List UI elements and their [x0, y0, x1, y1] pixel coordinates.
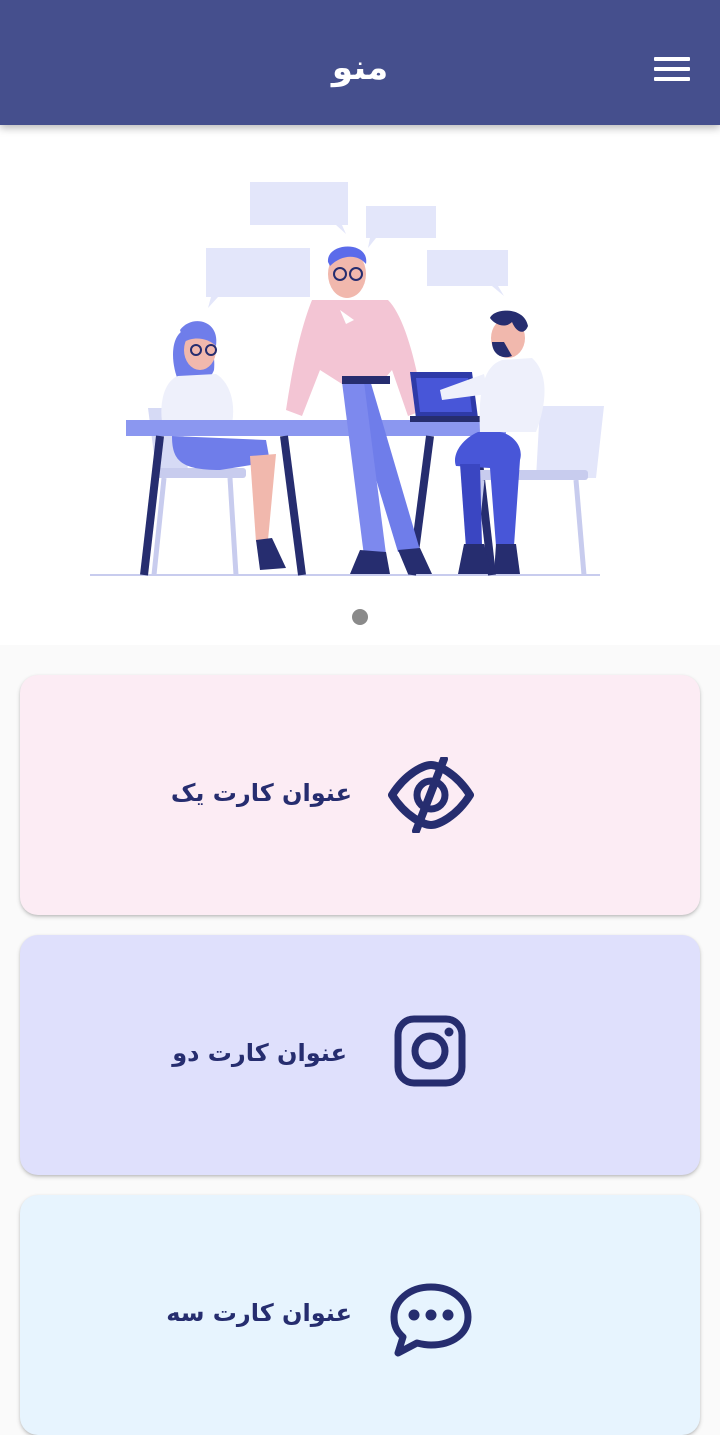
- menu-line: [654, 57, 690, 61]
- card-title: عنوان کارت دو: [172, 1039, 347, 1067]
- card-title: عنوان کارت یک: [170, 779, 352, 807]
- team-meeting-illustration: [90, 182, 604, 576]
- card-two[interactable]: عنوان کارت دو: [20, 935, 700, 1175]
- pagination-dot[interactable]: [352, 609, 368, 625]
- card-three[interactable]: عنوان کارت سه: [20, 1195, 700, 1435]
- eye-slash-icon: [388, 757, 474, 833]
- chat-bubble-icon: [390, 1283, 472, 1357]
- card-title: عنوان کارت سه: [166, 1299, 352, 1327]
- menu-line: [654, 67, 690, 71]
- app-bar: منو: [0, 0, 720, 125]
- page-title: منو: [331, 48, 389, 88]
- card-one[interactable]: عنوان کارت یک: [20, 675, 700, 915]
- menu-line: [654, 77, 690, 81]
- hamburger-menu-icon[interactable]: [654, 52, 690, 84]
- instagram-icon: [394, 1015, 466, 1087]
- banner-slider[interactable]: [0, 125, 720, 645]
